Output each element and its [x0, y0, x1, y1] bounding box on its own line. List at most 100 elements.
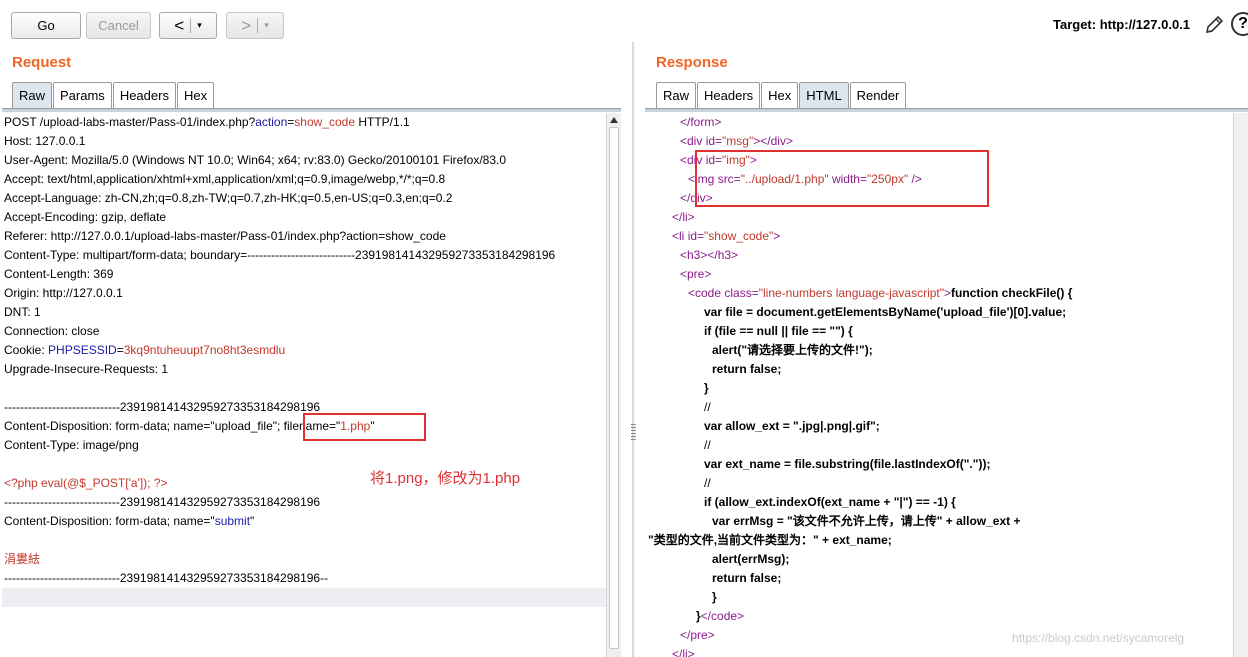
request-line-segment: action [255, 115, 288, 129]
response-line-segment: // [704, 476, 711, 490]
response-line: } [648, 588, 1232, 607]
go-button[interactable]: Go [11, 12, 81, 39]
response-line-segment: alert(errMsg); [712, 552, 790, 566]
scrollbar-thumb[interactable] [609, 127, 619, 649]
splitter-grip-icon[interactable] [631, 424, 636, 442]
chevron-down-icon[interactable]: ▾ [197, 20, 202, 31]
forward-arrow-icon: > [241, 15, 252, 35]
request-line-segment: Content-Type: multipart/form-data; bound… [4, 248, 556, 262]
filename-highlight-box [303, 413, 426, 441]
target-label: Target: http://127.0.0.1 [1053, 17, 1191, 32]
response-line-segment: return false; [712, 362, 782, 376]
response-tab-html[interactable]: HTML [799, 82, 849, 108]
request-line: -----------------------------23919814143… [2, 493, 606, 512]
response-line-segment: > [773, 229, 781, 243]
request-title: Request [12, 54, 72, 71]
response-line-segment: "show_code" [704, 229, 774, 243]
request-line-segment: Content-Disposition: form-data; name="up… [4, 419, 341, 433]
response-line-segment: if (file == null || file == "") { [704, 324, 853, 338]
response-line: var file = document.getElementsByName('u… [648, 303, 1232, 322]
request-line-segment: Upgrade-Insecure-Requests: 1 [4, 362, 169, 376]
response-line-segment: </li> [672, 210, 695, 224]
response-line-segment: var errMsg = "该文件不允许上传，请上传" + allow_ext … [712, 514, 1021, 528]
request-line [2, 379, 606, 398]
response-line: return false; [648, 569, 1232, 588]
response-line-segment: > [944, 286, 952, 300]
response-line: <pre> [648, 265, 1232, 284]
back-button[interactable]: < ▾ [159, 12, 217, 39]
panel-splitter[interactable] [632, 42, 635, 657]
request-tab-divider [2, 108, 621, 112]
response-line: if (allow_ext.indexOf(ext_name + "|") ==… [648, 493, 1232, 512]
request-line-segment: User-Agent: Mozilla/5.0 (Windows NT 10.0… [4, 153, 507, 167]
img-div-highlight-box [695, 150, 989, 207]
chevron-down-icon[interactable]: ▾ [264, 20, 269, 31]
response-tab-headers[interactable]: Headers [697, 82, 761, 108]
response-tabs: Raw Headers Hex HTML Render [656, 82, 907, 108]
help-icon[interactable]: ? [1231, 12, 1248, 36]
request-line-segment: Referer: http://127.0.0.1/upload-labs-ma… [4, 229, 446, 243]
response-line-segment: alert("请选择要上传的文件!"); [712, 343, 873, 357]
request-line [2, 531, 606, 550]
response-line-segment: if (allow_ext.indexOf(ext_name + "|") ==… [704, 495, 956, 509]
request-line: Accept-Language: zh-CN,zh;q=0.8,zh-TW;q=… [2, 189, 606, 208]
response-line-segment: function checkFile() { [951, 286, 1073, 300]
response-line: "类型的文件,当前文件类型为：" + ext_name; [648, 531, 1232, 550]
annotation-note: 将1.png，修改为1.php [370, 470, 521, 487]
request-line-segment: POST /upload-labs-master/Pass-01/index.p… [4, 115, 256, 129]
scroll-up-icon[interactable] [610, 117, 618, 123]
request-line-segment: -----------------------------23919814143… [4, 495, 321, 509]
response-line: alert(errMsg); [648, 550, 1232, 569]
pencil-icon[interactable] [1203, 13, 1225, 37]
response-line: var errMsg = "该文件不允许上传，请上传" + allow_ext … [648, 512, 1232, 531]
watermark: https://blog.csdn.net/sycamorelg [1012, 631, 1185, 645]
request-tab-raw[interactable]: Raw [12, 82, 53, 108]
response-line: return false; [648, 360, 1232, 379]
response-line-segment: id= [687, 229, 705, 243]
response-tab-raw[interactable]: Raw [656, 82, 697, 108]
request-line-segment: Accept: text/html,application/xhtml+xml,… [4, 172, 446, 186]
request-line-segment: Accept-Language: zh-CN,zh;q=0.8,zh-TW;q=… [4, 191, 453, 205]
request-tab-headers[interactable]: Headers [112, 82, 176, 108]
request-line-segment: HTTP/1.1 [355, 115, 410, 129]
response-tab-hex[interactable]: Hex [761, 82, 799, 108]
forward-button[interactable]: > ▾ [226, 12, 284, 39]
response-line-segment: </pre> [680, 628, 715, 642]
response-line: if (file == null || file == "") { [648, 322, 1232, 341]
response-line: <li id="show_code"> [648, 227, 1232, 246]
response-line-segment: } [712, 590, 717, 604]
request-scrollbar[interactable] [606, 113, 621, 657]
response-line: <code class="line-numbers language-javas… [648, 284, 1232, 303]
request-line: Host: 127.0.0.1 [2, 132, 606, 151]
response-line: var allow_ext = ".jpg|.png|.gif"; [648, 417, 1232, 436]
request-tab-hex[interactable]: Hex [176, 82, 215, 108]
response-line-segment: <pre> [680, 267, 712, 281]
request-editor[interactable]: POST /upload-labs-master/Pass-01/index.p… [2, 113, 606, 657]
button-separator [257, 18, 259, 33]
request-tab-params[interactable]: Params [53, 82, 112, 108]
response-line-segment: <li [672, 229, 688, 243]
request-line-segment: " [250, 514, 255, 528]
request-line-segment: Content-Disposition: form-data; name=" [4, 514, 215, 528]
request-line: Content-Type: multipart/form-data; bound… [2, 246, 606, 265]
button-separator [190, 18, 192, 33]
response-line: <h3></h3> [648, 246, 1232, 265]
response-line: } [648, 379, 1232, 398]
cancel-button[interactable]: Cancel [86, 12, 151, 39]
request-line-segment: Host: 127.0.0.1 [4, 134, 86, 148]
request-line-segment: 3kq9ntuheuupt7no8ht3esmdlu [123, 343, 286, 357]
request-line: Upgrade-Insecure-Requests: 1 [2, 360, 606, 379]
response-line: </li> [648, 645, 1232, 657]
response-line-segment: var allow_ext = ".jpg|.png|.gif"; [704, 419, 880, 433]
response-line: var ext_name = file.substring(file.lastI… [648, 455, 1232, 474]
response-line-segment: "line-numbers language-javascript" [758, 286, 945, 300]
response-line: </li> [648, 208, 1232, 227]
response-line-segment: </li> [672, 647, 695, 657]
back-arrow-icon: < [174, 15, 185, 35]
request-line: Connection: close [2, 322, 606, 341]
request-line-segment: DNT: 1 [4, 305, 41, 319]
response-scrollbar[interactable] [1233, 113, 1248, 657]
request-line-segment: PHPSESSID [48, 343, 117, 357]
response-tab-render[interactable]: Render [849, 82, 907, 108]
response-line: alert("请选择要上传的文件!"); [648, 341, 1232, 360]
